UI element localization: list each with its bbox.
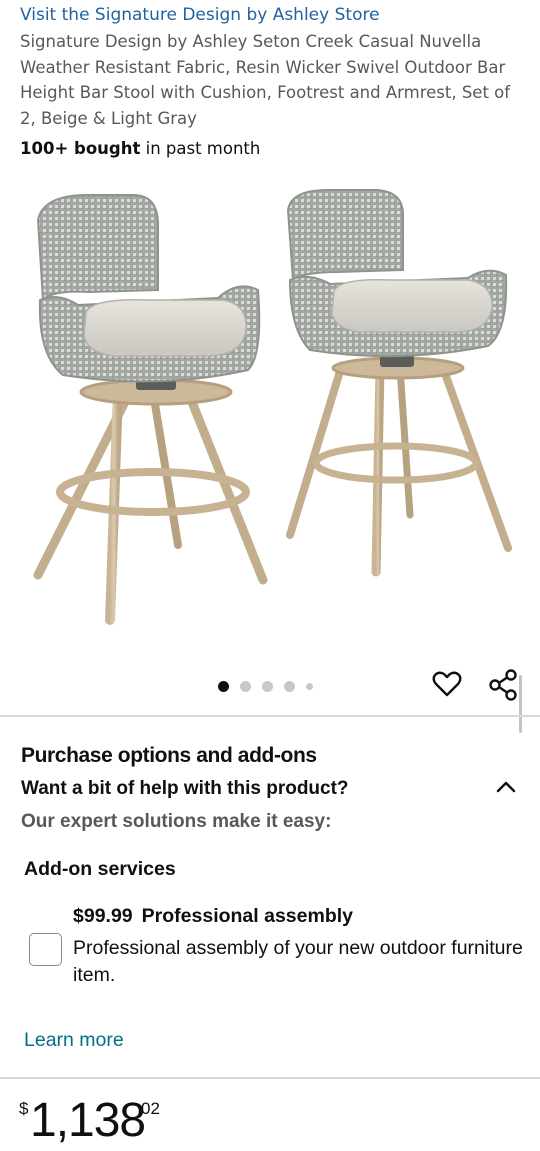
right-stool [286,189,512,577]
store-link[interactable]: Visit the Signature Design by Ashley Sto… [20,4,380,26]
addon-checkbox[interactable] [29,933,62,966]
carousel-dot-2[interactable] [240,680,251,692]
addon-services-heading: Add-on services [24,858,176,880]
product-image[interactable] [18,180,528,630]
product-title: Signature Design by Ashley Seton Creek C… [20,32,511,128]
addon-price-row: $99.99 Professional assembly [73,904,353,929]
purchase-count: 100+ bought in past month [20,138,260,160]
addon-name: Professional assembly [141,905,354,927]
share-button[interactable] [486,668,520,702]
wishlist-button[interactable] [431,668,463,700]
bought-suffix: in past month [140,139,261,158]
chevron-up-icon [496,781,516,793]
carousel-dot-1[interactable] [218,680,229,692]
scrollbar[interactable] [519,675,522,733]
expert-solutions-text: Our expert solutions make it easy: [21,811,332,832]
addon-description: Professional assembly of your new outdoo… [73,937,523,986]
carousel-dot-3[interactable] [262,680,273,692]
carousel-dot-5[interactable] [306,682,313,690]
price-whole: 1,138 [30,1094,146,1147]
section-divider [0,715,540,717]
heart-icon [432,671,462,697]
share-icon [489,669,517,701]
price-fraction: 02 [141,1099,160,1118]
left-stool [33,194,268,625]
price-currency-symbol: $ [19,1099,29,1118]
section-divider-bottom [0,1077,540,1079]
carousel-dot-4[interactable] [284,680,295,692]
image-carousel-indicator[interactable] [218,679,313,693]
bought-count: 100+ bought [20,139,141,158]
collapse-button[interactable] [494,776,518,798]
help-question[interactable]: Want a bit of help with this product? [21,776,349,801]
addon-price: $99.99 [73,905,133,927]
learn-more-link[interactable]: Learn more [24,1028,124,1053]
purchase-options-title: Purchase options and add-ons [21,744,317,767]
